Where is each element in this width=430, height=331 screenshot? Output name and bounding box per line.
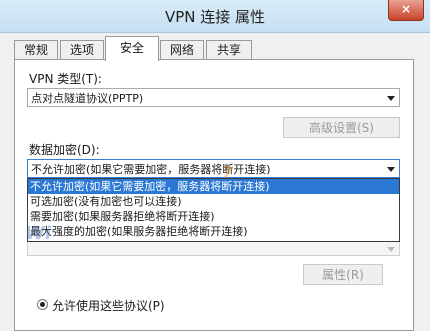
chevron-down-icon [387, 96, 395, 101]
encryption-dropdown-list: 不允许加密(如果它需要加密，服务器将断开连接) 可选加密(没有加密也可以连接) … [27, 178, 400, 242]
tab-security[interactable]: 安全 [105, 36, 159, 61]
encryption-select[interactable]: 不允许加密(如果它需要加密，服务器将断开连接) [27, 159, 400, 178]
dropdown-option-require-encryption[interactable]: 需要加密(如果服务器拒绝将断开连接) [28, 209, 399, 224]
allow-protocols-label: 允许使用这些协议(P) [52, 299, 165, 313]
dropdown-option-optional-encryption[interactable]: 可选加密(没有加密也可以连接) [28, 194, 399, 209]
tab-options[interactable]: 选项 [60, 40, 104, 60]
vpn-type-select[interactable]: 点对点隧道协议(PPTP) [27, 88, 400, 107]
tab-general[interactable]: 常规 [14, 40, 58, 60]
chevron-down-icon [387, 247, 395, 252]
allow-protocols-radio[interactable] [37, 299, 48, 310]
encryption-label: 数据加密(D): [29, 143, 100, 157]
vpn-type-value: 点对点隧道协议(PPTP) [31, 92, 144, 105]
properties-button[interactable]: 属性(R) [303, 264, 383, 285]
tab-sharing[interactable]: 共享 [206, 40, 252, 60]
encryption-value: 不允许加密(如果它需要加密，服务器将断开连接) [31, 163, 271, 176]
window-title: VPN 连接 属性 [164, 8, 266, 26]
tab-network[interactable]: 网络 [160, 40, 204, 60]
chevron-down-icon [387, 167, 395, 172]
vpn-type-label: VPN 类型(T): [29, 72, 102, 86]
title-bar: VPN 连接 属性 × [0, 0, 430, 33]
dropdown-option-max-encryption[interactable]: 最大强度的加密(如果服务器拒绝将断开连接) [28, 224, 399, 239]
advanced-settings-button[interactable]: 高级设置(S) [283, 117, 400, 138]
close-button[interactable]: × [388, 0, 424, 21]
dropdown-option-no-encryption[interactable]: 不允许加密(如果它需要加密，服务器将断开连接) [28, 179, 399, 194]
